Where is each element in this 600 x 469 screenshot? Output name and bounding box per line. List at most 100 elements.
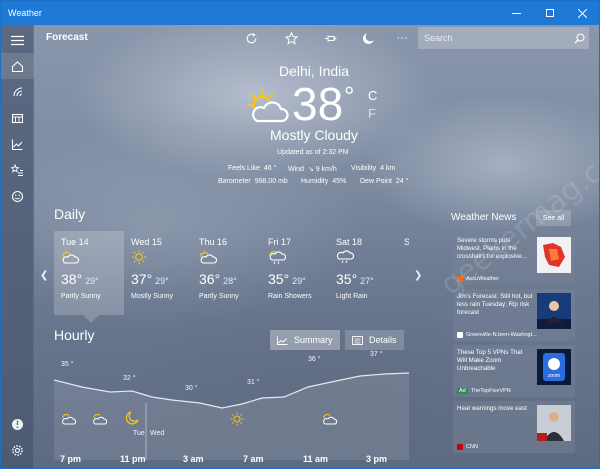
pin-button[interactable] xyxy=(322,30,338,46)
feedback-button[interactable] xyxy=(1,411,34,437)
selected-day-pointer xyxy=(83,315,99,323)
hourly-temp-label: 36 ° xyxy=(308,356,321,363)
detail-wind: Wind ↘ 9 km/h xyxy=(288,165,337,173)
nav-forecast-button[interactable] xyxy=(1,53,34,79)
title-bar: Weather xyxy=(1,1,599,25)
navigation-rail xyxy=(1,25,34,468)
close-button[interactable] xyxy=(566,1,599,25)
low-temp: 29° xyxy=(292,276,306,286)
hourly-temp-label: 32 ° xyxy=(123,375,136,382)
detail-value: 45% xyxy=(332,178,347,185)
more-options-button[interactable]: ··· xyxy=(394,30,410,46)
hourly-heading: Hourly xyxy=(54,327,95,343)
moon-icon xyxy=(362,32,374,44)
news-source: Greenville-N.bem-Washngt... xyxy=(457,332,537,338)
day-card-thu[interactable]: Thu 16 36° 28° Partly Sunny xyxy=(192,231,262,315)
summary-button[interactable]: Summary xyxy=(270,330,340,350)
hourly-temperature-graph xyxy=(54,372,409,460)
nav-life-button[interactable] xyxy=(1,183,34,209)
detail-label: Dew Point xyxy=(360,178,392,185)
smiley-icon xyxy=(11,190,24,202)
nav-maps-button[interactable] xyxy=(1,79,34,105)
news-card-ad[interactable]: These Top 5 VPNs That Will Make Zoom Unb… xyxy=(453,345,575,397)
partly-sunny-icon xyxy=(199,250,218,264)
day-card-sun-partial[interactable]: S xyxy=(397,231,409,315)
daily-scroll-right-button[interactable]: ❯ xyxy=(414,270,422,281)
hourly-time-label: 3 pm xyxy=(366,454,388,464)
current-condition: Mostly Cloudy xyxy=(270,127,358,143)
day-card-sat[interactable]: Sat 18 35° 27° Light Rain xyxy=(329,231,399,315)
day-name: Thu 16 xyxy=(199,237,228,247)
news-headline: These Top 5 VPNs That Will Make Zoom Unb… xyxy=(457,349,523,372)
news-thumbnail xyxy=(537,293,571,329)
day-card-tue[interactable]: Tue 14 38° 29° Partly Sunny xyxy=(54,231,124,315)
search-input[interactable] xyxy=(418,33,569,43)
celsius-toggle[interactable]: C xyxy=(368,88,377,103)
news-source: CNN xyxy=(457,444,478,450)
fahrenheit-toggle[interactable]: F xyxy=(368,106,376,121)
hourly-time-label: 7 pm xyxy=(60,454,82,464)
search-icon[interactable] xyxy=(569,32,589,44)
day-card-wed[interactable]: Wed 15 37° 29° Mostly Sunny xyxy=(124,231,194,315)
refresh-button[interactable] xyxy=(243,30,259,46)
location-name: Delhi, India xyxy=(279,63,350,79)
hourly-temp-label: 35 ° xyxy=(61,361,74,368)
detail-label: Visibility xyxy=(351,165,377,172)
source-logo-icon xyxy=(457,276,463,282)
detail-label: Humidity xyxy=(301,178,329,185)
ellipsis-icon: ··· xyxy=(396,32,408,44)
weather-app-window: Weather Forecast ··· Search Delhi, India… xyxy=(0,0,600,469)
news-heading: Weather News xyxy=(451,212,517,223)
news-card[interactable]: Heat warnings move east CNN xyxy=(453,401,575,453)
refresh-icon xyxy=(246,32,256,43)
app-bar: Forecast ··· xyxy=(34,25,599,51)
add-favorite-button[interactable] xyxy=(283,30,299,46)
summary-label: Summary xyxy=(294,335,333,345)
hamburger-menu-button[interactable] xyxy=(1,27,34,53)
search-box[interactable] xyxy=(418,27,589,49)
nav-historical-button[interactable] xyxy=(1,131,34,157)
day-condition: Partly Sunny xyxy=(199,293,239,300)
star-icon xyxy=(284,31,298,45)
nav-hourly-button[interactable] xyxy=(1,105,34,131)
detail-humidity: Humidity 45% xyxy=(301,178,346,185)
news-headline: Heat warnings move east xyxy=(457,405,527,412)
dark-mode-button[interactable] xyxy=(360,30,376,46)
partly-cloudy-night-icon xyxy=(93,413,108,425)
settings-button[interactable] xyxy=(1,437,34,463)
detail-value: 4 km xyxy=(380,165,396,172)
partly-sunny-icon xyxy=(323,413,338,425)
daily-scroll-left-button[interactable]: ❮ xyxy=(40,270,48,281)
home-icon xyxy=(11,60,24,72)
see-all-news-button[interactable]: See all xyxy=(536,210,571,226)
favorites-list-icon xyxy=(11,163,23,176)
close-icon xyxy=(578,8,587,18)
source-logo-icon xyxy=(457,444,463,450)
partly-sunny-icon xyxy=(61,250,80,264)
minimize-button[interactable] xyxy=(500,1,533,25)
news-card[interactable]: Jim's Forecast: Still hot, but less rain… xyxy=(453,289,575,341)
hourly-temp-label: 30 ° xyxy=(185,385,198,392)
hourly-chart: 35 ° 32 ° 30 ° 31 ° 36 ° 37 ° Tue Wed xyxy=(54,351,409,460)
detail-visibility: Visibility 4 km xyxy=(351,165,395,172)
day-condition: Rain Showers xyxy=(268,293,312,300)
day-name: Tue 14 xyxy=(61,237,89,247)
daily-heading: Daily xyxy=(54,206,86,222)
chart-icon xyxy=(277,336,288,345)
degree-symbol: ° xyxy=(344,81,355,111)
maximize-button[interactable] xyxy=(533,1,566,25)
source-logo-icon xyxy=(457,332,463,338)
rain-showers-icon xyxy=(269,251,287,265)
news-card[interactable]: Severe storms puts Midwest, Plains in th… xyxy=(453,233,575,285)
nav-favorites-button[interactable] xyxy=(1,157,34,183)
light-rain-icon xyxy=(336,250,355,264)
line-chart-icon xyxy=(11,139,23,150)
page-title: Forecast xyxy=(46,32,88,43)
high-temp: 36° xyxy=(199,271,221,287)
details-button[interactable]: Details xyxy=(345,330,404,350)
news-headline: Jim's Forecast: Still hot, but less rain… xyxy=(457,293,533,316)
day-name: Wed 15 xyxy=(131,237,162,247)
day-card-fri[interactable]: Fri 17 35° 29° Rain Showers xyxy=(261,231,331,315)
gear-icon xyxy=(12,444,23,456)
mostly-cloudy-icon xyxy=(247,88,289,123)
